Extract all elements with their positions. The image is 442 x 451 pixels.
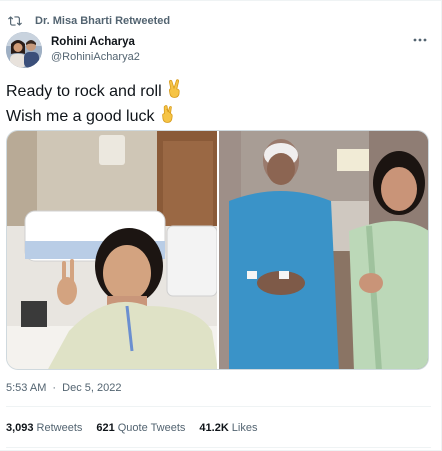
retweets-label: Retweets — [36, 422, 83, 434]
likes-stat[interactable]: 41.2K Likes — [199, 422, 257, 434]
tweet-line-2-text: Wish me a good luck — [6, 108, 155, 125]
tweet-line-2: Wish me a good luck — [6, 104, 426, 129]
avatar[interactable] — [6, 32, 42, 68]
quotes-label: Quote Tweets — [117, 422, 186, 434]
tweet-card: Dr. Misa Bharti Retweeted Rohini Acharya… — [0, 0, 442, 451]
timestamp-separator: · — [52, 382, 57, 394]
tweet-timestamp[interactable]: 5:53 AM · Dec 5, 2022 — [6, 382, 121, 394]
quotes-count: 621 — [96, 422, 115, 434]
retweet-label: Dr. Misa Bharti Retweeted — [35, 15, 171, 27]
patient-with-daughter-photo[interactable] — [219, 131, 428, 369]
tweet-text: Ready to rock and roll Wish me a good lu… — [6, 79, 426, 129]
tweet-header: Rohini Acharya @RohiniAcharya2 — [6, 31, 431, 69]
author-names: Rohini Acharya @RohiniAcharya2 — [51, 35, 140, 65]
retweets-count: 3,093 — [6, 422, 34, 434]
retweet-context[interactable]: Dr. Misa Bharti Retweeted — [8, 13, 170, 29]
hospital-selfie-photo[interactable] — [7, 131, 217, 369]
tweet-line-1: Ready to rock and roll — [6, 79, 426, 104]
more-options-icon[interactable] — [411, 33, 429, 47]
retweets-stat[interactable]: 3,093 Retweets — [6, 422, 82, 434]
likes-count: 41.2K — [199, 422, 229, 434]
quote-tweets-stat[interactable]: 621 Quote Tweets — [96, 422, 185, 434]
tweet-time: 5:53 AM — [6, 382, 47, 394]
retweet-icon — [8, 14, 22, 28]
tweet-line-1-text: Ready to rock and roll — [6, 83, 162, 100]
victory-hand-emoji — [166, 79, 183, 104]
tweet-stats: 3,093 Retweets 621 Quote Tweets 41.2K Likes — [6, 422, 271, 434]
author-display-name[interactable]: Rohini Acharya — [51, 35, 140, 50]
divider-bottom — [6, 447, 431, 448]
tweet-date: Dec 5, 2022 — [62, 382, 122, 394]
tweet-media[interactable] — [6, 130, 429, 370]
crossed-fingers-emoji — [159, 104, 176, 129]
likes-label: Likes — [231, 422, 258, 434]
author-handle[interactable]: @RohiniAcharya2 — [51, 50, 140, 65]
divider — [6, 406, 431, 407]
